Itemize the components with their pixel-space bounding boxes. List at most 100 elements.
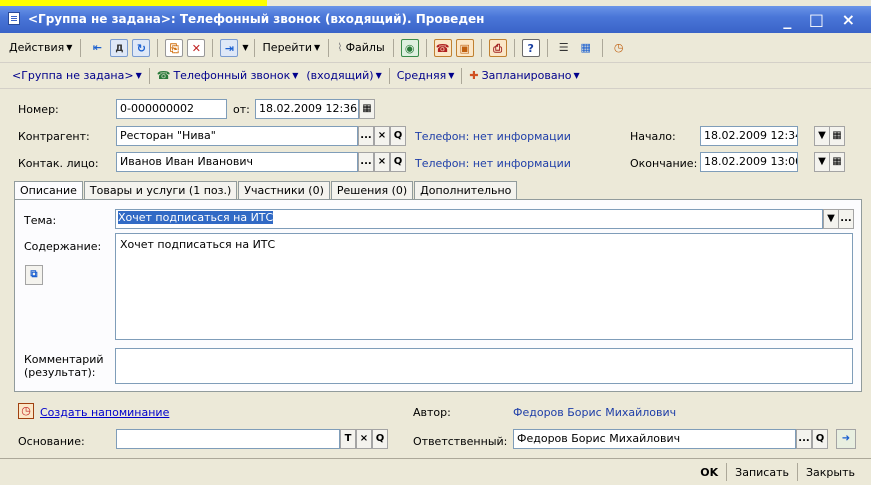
counterparty-phone: Телефон: нет информации: [415, 130, 571, 143]
actions-label: Действия: [9, 41, 65, 54]
description-panel: Тема: Хочет подписаться на ИТС ▼ ... Сод…: [14, 199, 862, 392]
print-icon[interactable]: ☎: [433, 38, 452, 57]
toolbar-separator: [80, 38, 82, 57]
list-icon[interactable]: ☰: [555, 39, 573, 57]
clear-icon[interactable]: ×: [356, 429, 372, 449]
separator: [388, 67, 390, 84]
separator: [148, 67, 150, 84]
direction-label: (входящий): [306, 69, 374, 82]
paperclip-icon: ⌇: [337, 41, 343, 54]
templates-icon[interactable]: ⧉: [25, 265, 43, 285]
toolbar-separator: [425, 38, 427, 57]
open-icon[interactable]: Q: [372, 429, 388, 449]
create-reminder-link[interactable]: Создать напоминание: [40, 406, 169, 419]
refresh-document-icon[interactable]: ↻: [132, 38, 151, 57]
goto-label: Перейти: [262, 41, 313, 54]
type-select-icon[interactable]: T: [340, 429, 356, 449]
select-button[interactable]: ...: [796, 429, 812, 449]
open-icon[interactable]: Q: [390, 152, 406, 172]
clock-icon[interactable]: ◷: [610, 39, 628, 57]
phone-icon: ☎: [156, 69, 171, 82]
tab-participants[interactable]: Участники (0): [238, 181, 330, 200]
tab-decisions[interactable]: Решения (0): [330, 181, 414, 200]
toolbar: Действия ▼ ⇤ Д ↻ ⎘ ✕ ⇥ ▼ Перейти ▼ ⌇ Файлы …: [0, 33, 871, 63]
author-value: Федоров Борис Михайлович: [513, 406, 677, 419]
attributes-bar: <Группа не задана> ▼ ☎ Телефонный звонок ▼ …: [0, 63, 871, 89]
end-field[interactable]: 18.02.2009 13:00: [700, 152, 798, 172]
delete-mark-icon[interactable]: ✕: [187, 38, 206, 57]
content-textarea[interactable]: Хочет подписаться на ИТС: [115, 233, 853, 340]
number-field[interactable]: 0-000000002: [116, 99, 227, 119]
chevron-down-icon[interactable]: ▼: [814, 126, 830, 146]
content-label: Содержание:: [24, 240, 102, 253]
group-selector[interactable]: <Группа не задана> ▼: [8, 69, 146, 82]
priority-selector[interactable]: Средняя ▼: [393, 69, 459, 82]
window-title: <Группа не задана>: Телефонный звонок (в…: [28, 12, 485, 26]
comment-label-2: (результат):: [24, 366, 96, 379]
ok-button[interactable]: OK: [692, 466, 726, 479]
chevron-down-icon[interactable]: ▼: [823, 209, 839, 229]
state-selector[interactable]: ✚ Запланировано ▼: [465, 69, 583, 82]
tab-description[interactable]: Описание: [14, 181, 83, 201]
state-label: Запланировано: [481, 69, 572, 82]
post-document-icon[interactable]: Д: [110, 38, 129, 57]
document-window: <Группа не задана>: Телефонный звонок (в…: [0, 0, 871, 485]
tab-goods[interactable]: Товары и услуги (1 поз.): [83, 181, 238, 200]
direction-selector[interactable]: (входящий) ▼: [302, 69, 385, 82]
select-button[interactable]: ...: [358, 126, 374, 146]
chevron-down-icon: ▼: [292, 71, 299, 80]
end-label: Окончание:: [630, 157, 698, 170]
number-label: Номер:: [18, 103, 59, 116]
open-icon[interactable]: Q: [812, 429, 828, 449]
select-button[interactable]: ...: [838, 209, 854, 229]
author-label: Автор:: [413, 406, 451, 419]
printer-icon[interactable]: ⎙: [488, 38, 507, 57]
type-label: Телефонный звонок: [173, 69, 291, 82]
actions-menu[interactable]: Действия ▼: [6, 37, 75, 59]
group-label: <Группа не задана>: [12, 69, 134, 82]
contact-field[interactable]: Иванов Иван Иванович: [116, 152, 358, 172]
toolbar-separator: [392, 38, 394, 57]
topic-field[interactable]: Хочет подписаться на ИТС: [115, 209, 823, 229]
save-button[interactable]: Записать: [727, 466, 797, 479]
calendar-icon[interactable]: ▦: [829, 126, 845, 146]
toolbar-separator: [328, 38, 330, 57]
grid-settings-icon[interactable]: ▦: [577, 39, 595, 57]
window-controls[interactable]: _ □ ×: [783, 10, 861, 29]
comment-label-1: Комментарий: [24, 353, 104, 366]
priority-label: Средняя: [396, 69, 447, 82]
based-on-icon[interactable]: ⇥: [220, 38, 239, 57]
files-label: Файлы: [345, 41, 385, 54]
toolbar-separator: [601, 38, 603, 57]
select-button[interactable]: ...: [358, 152, 374, 172]
chevron-down-icon[interactable]: ▼: [242, 43, 248, 52]
files-button[interactable]: ⌇ Файлы: [334, 37, 387, 59]
chevron-down-icon[interactable]: ▼: [814, 152, 830, 172]
help-icon[interactable]: ?: [521, 38, 540, 57]
goto-menu[interactable]: Перейти ▼: [260, 37, 324, 59]
report-icon[interactable]: ▣: [455, 38, 474, 57]
basis-field[interactable]: [116, 429, 340, 449]
start-field[interactable]: 18.02.2009 12:34: [700, 126, 798, 146]
copy-document-icon[interactable]: ⎘: [165, 38, 184, 57]
comment-textarea[interactable]: [115, 348, 853, 384]
title-bar: <Группа не задана>: Телефонный звонок (в…: [0, 6, 871, 33]
toolbar-separator: [212, 38, 214, 57]
chevron-down-icon: ▼: [573, 71, 580, 80]
back-arrow-icon[interactable]: ⇤: [88, 39, 106, 57]
close-button[interactable]: Закрыть: [798, 466, 863, 479]
state-icon: ✚: [469, 69, 479, 82]
calendar-icon[interactable]: ▦: [829, 152, 845, 172]
clear-icon[interactable]: ×: [374, 152, 390, 172]
open-icon[interactable]: Q: [390, 126, 406, 146]
clear-icon[interactable]: ×: [374, 126, 390, 146]
chevron-down-icon: ▼: [314, 43, 321, 52]
responsible-field[interactable]: Федоров Борис Михайлович: [513, 429, 796, 449]
calendar-icon[interactable]: ▦: [359, 99, 375, 119]
counterparty-field[interactable]: Ресторан "Нива": [116, 126, 358, 146]
tab-additional[interactable]: Дополнительно: [414, 181, 518, 200]
type-selector[interactable]: ☎ Телефонный звонок ▼: [153, 69, 303, 82]
date-field[interactable]: 18.02.2009 12:36:31: [255, 99, 359, 119]
user-arrow-icon[interactable]: ➜: [836, 429, 856, 449]
structure-icon[interactable]: ◉: [400, 38, 419, 57]
